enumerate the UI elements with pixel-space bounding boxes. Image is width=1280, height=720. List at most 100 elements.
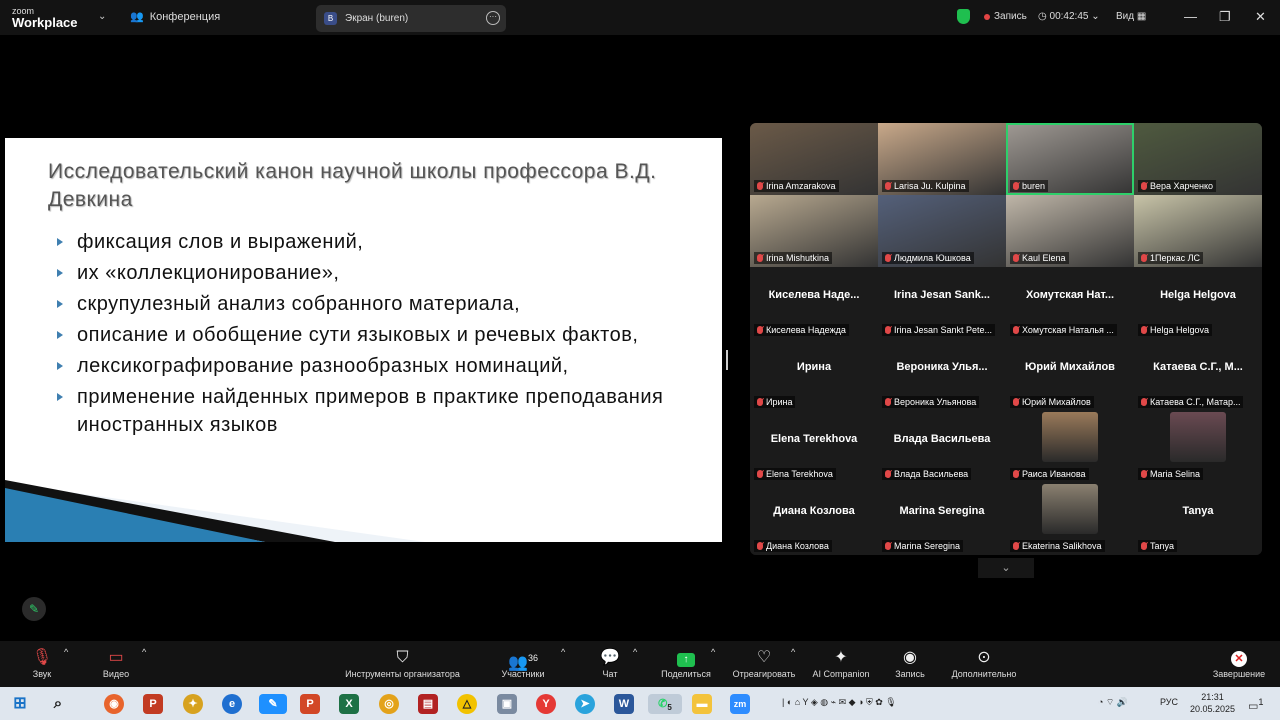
participant-tile[interactable]: Larisa Ju. Kulpina bbox=[878, 123, 1006, 195]
participant-name: Ekaterina Salikhova bbox=[1022, 541, 1102, 551]
share-button[interactable]: ↑ Поделиться bbox=[658, 647, 714, 679]
app-triangle-icon[interactable]: △ bbox=[457, 694, 477, 714]
participant-name: Влада Васильева bbox=[894, 469, 969, 479]
participant-tile[interactable]: Kaul Elena bbox=[1006, 195, 1134, 267]
network-icon[interactable]: ◔ ⌔ 🔊 bbox=[1098, 697, 1128, 708]
maximize-icon[interactable]: ❐ bbox=[1219, 9, 1231, 25]
participant-tile[interactable]: Tanya Tanya bbox=[1134, 483, 1262, 555]
tray-icons[interactable]: | ◐ ⌂ Y ◈ ◍ ⌁ ✉ ◆ ◑ ⛨ ✿ 🎙 bbox=[782, 697, 897, 708]
participant-tile[interactable]: buren bbox=[1006, 123, 1134, 195]
ai-companion-button[interactable]: ✦ AI Companion bbox=[808, 647, 874, 679]
chrome-icon[interactable]: ◎ bbox=[379, 694, 399, 714]
conference-label: Конференция bbox=[149, 10, 221, 23]
recording-indicator[interactable]: Запись bbox=[984, 11, 1027, 22]
participant-tile[interactable]: Irina Amzarakova bbox=[750, 123, 878, 195]
chat-button[interactable]: 💬 Чат bbox=[598, 647, 622, 679]
search-icon[interactable]: ⌕ bbox=[48, 694, 68, 714]
app-compass-icon[interactable]: ✦ bbox=[183, 694, 203, 714]
internet-explorer-icon[interactable]: e bbox=[222, 694, 242, 714]
conference-menu[interactable]: 👥 Конференция bbox=[130, 10, 221, 24]
chat-caret-icon[interactable]: ^ bbox=[633, 647, 637, 657]
security-shield-icon[interactable] bbox=[957, 9, 970, 24]
participant-tile[interactable]: Maria Selina bbox=[1134, 411, 1262, 483]
participant-tile[interactable]: Ирина Ирина bbox=[750, 339, 878, 411]
participant-label: Катаева С.Г., Матар... bbox=[1138, 396, 1244, 408]
record-button[interactable]: ◉ Запись bbox=[892, 647, 928, 679]
word-icon[interactable]: W bbox=[614, 694, 634, 714]
mic-muted-icon bbox=[757, 398, 763, 406]
audio-button[interactable]: 🎙 Звук bbox=[28, 647, 56, 679]
participant-display-name: Ирина bbox=[796, 361, 832, 373]
participant-name: Kaul Elena bbox=[1022, 253, 1066, 263]
participant-tile[interactable]: Влада Васильева Влада Васильева bbox=[878, 411, 1006, 483]
participant-tile[interactable]: Irina Jesan Sank... Irina Jesan Sankt Pet… bbox=[878, 267, 1006, 339]
view-menu[interactable]: Вид ▦ bbox=[1116, 11, 1146, 22]
screen-share-pill[interactable]: B Экран (buren) ··· bbox=[316, 5, 506, 32]
video-button[interactable]: ▭ Видео bbox=[100, 647, 132, 679]
app-blue-icon[interactable]: ✎ bbox=[259, 694, 287, 714]
telegram-icon[interactable]: ➤ bbox=[575, 694, 595, 714]
video-caret-icon[interactable]: ^ bbox=[142, 647, 146, 657]
participant-tile[interactable]: Киселева Наде... Киселева Надежда bbox=[750, 267, 878, 339]
participant-tile[interactable]: Elena Terekhova Elena Terekhova bbox=[750, 411, 878, 483]
windows-start-icon[interactable]: ⊞ bbox=[10, 694, 30, 714]
yandex-browser-icon[interactable]: Y bbox=[536, 694, 556, 714]
participant-tile[interactable]: Вероника Улья... Вероника Ульянова bbox=[878, 339, 1006, 411]
participants-button[interactable]: 👥36 Участники bbox=[497, 647, 549, 679]
participant-tile[interactable]: Helga Helgova Helga Helgova bbox=[1134, 267, 1262, 339]
participant-tile[interactable]: Раиса Иванова bbox=[1006, 411, 1134, 483]
slide-decoration bbox=[5, 480, 425, 542]
app-monitor-icon[interactable]: ▣ bbox=[497, 694, 517, 714]
sparkle-icon: ✦ bbox=[834, 649, 848, 666]
participant-tile[interactable]: Диана Козлова Диана Козлова bbox=[750, 483, 878, 555]
meeting-timer[interactable]: ◷ 00:42:45 ⌄ bbox=[1038, 11, 1100, 22]
firefox-icon[interactable]: ◉ bbox=[104, 694, 124, 714]
host-tools-label: Инструменты организатора bbox=[345, 669, 460, 679]
participant-name: 1Перкас ЛС bbox=[1150, 253, 1201, 263]
react-caret-icon[interactable]: ^ bbox=[791, 647, 795, 657]
close-icon[interactable]: ✕ bbox=[1255, 9, 1266, 25]
powerpoint-icon[interactable]: P bbox=[300, 694, 320, 714]
participant-tile[interactable]: Людмила Юшкова bbox=[878, 195, 1006, 267]
participants-label: Участники bbox=[501, 669, 545, 679]
pdf-icon[interactable]: ▤ bbox=[418, 694, 438, 714]
mic-muted-icon bbox=[885, 326, 891, 334]
app-p-icon[interactable]: P bbox=[143, 694, 163, 714]
excel-icon[interactable]: X bbox=[339, 694, 359, 714]
record-dot-icon bbox=[984, 13, 990, 20]
whatsapp-badge: 5 bbox=[667, 703, 672, 713]
notifications-icon[interactable]: ▭1 bbox=[1248, 697, 1264, 713]
system-clock[interactable]: 21:31 20.05.2025 bbox=[1190, 691, 1235, 715]
share-caret-icon[interactable]: ^ bbox=[711, 647, 715, 657]
splitter-handle[interactable] bbox=[726, 350, 728, 370]
annotate-pencil-icon[interactable]: ✎ bbox=[22, 597, 46, 621]
minimize-icon[interactable]: — bbox=[1184, 9, 1197, 24]
zoom-taskbar-icon[interactable]: zm bbox=[730, 694, 750, 714]
participant-name: Юрий Михайлов bbox=[1022, 397, 1091, 407]
host-tools-button[interactable]: ⛉ Инструменты организатора bbox=[340, 647, 465, 679]
participant-name: Вероника Ульянова bbox=[894, 397, 977, 407]
chevron-down-icon: ⌄ bbox=[1088, 11, 1100, 22]
participant-tile[interactable]: Вера Харченко bbox=[1134, 123, 1262, 195]
language-indicator[interactable]: РУС bbox=[1160, 697, 1178, 707]
participant-tile[interactable]: Хомутская Нат... Хомутская Наталья ... bbox=[1006, 267, 1134, 339]
participant-tile[interactable]: Marina Seregina Marina Seregina bbox=[878, 483, 1006, 555]
gallery-scroll-down-icon[interactable]: ⌄ bbox=[978, 558, 1034, 578]
participants-caret-icon[interactable]: ^ bbox=[561, 647, 565, 657]
react-button[interactable]: ♡ Отреагировать bbox=[730, 647, 798, 679]
more-button[interactable]: ⊙ Дополнительно bbox=[946, 647, 1022, 679]
participant-tile[interactable]: Ekaterina Salikhova bbox=[1006, 483, 1134, 555]
file-explorer-icon[interactable]: ▬ bbox=[692, 694, 712, 714]
mic-muted-icon bbox=[1013, 470, 1019, 478]
more-icon[interactable]: ··· bbox=[486, 11, 500, 25]
clock-time: 21:31 bbox=[1201, 692, 1224, 702]
participant-tile[interactable]: 1Перкас ЛС bbox=[1134, 195, 1262, 267]
participant-tile[interactable]: Irina Mishutkina bbox=[750, 195, 878, 267]
record-icon: ◉ bbox=[903, 649, 917, 666]
whatsapp-icon[interactable]: ✆5 bbox=[648, 694, 682, 714]
participant-tile[interactable]: Катаева С.Г., М... Катаева С.Г., Матар... bbox=[1134, 339, 1262, 411]
audio-caret-icon[interactable]: ^ bbox=[64, 647, 68, 657]
participant-tile[interactable]: Юрий Михайлов Юрий Михайлов bbox=[1006, 339, 1134, 411]
end-meeting-button[interactable]: ✕ Завершение bbox=[1210, 647, 1268, 679]
chevron-down-icon[interactable]: ⌄ bbox=[98, 11, 106, 22]
